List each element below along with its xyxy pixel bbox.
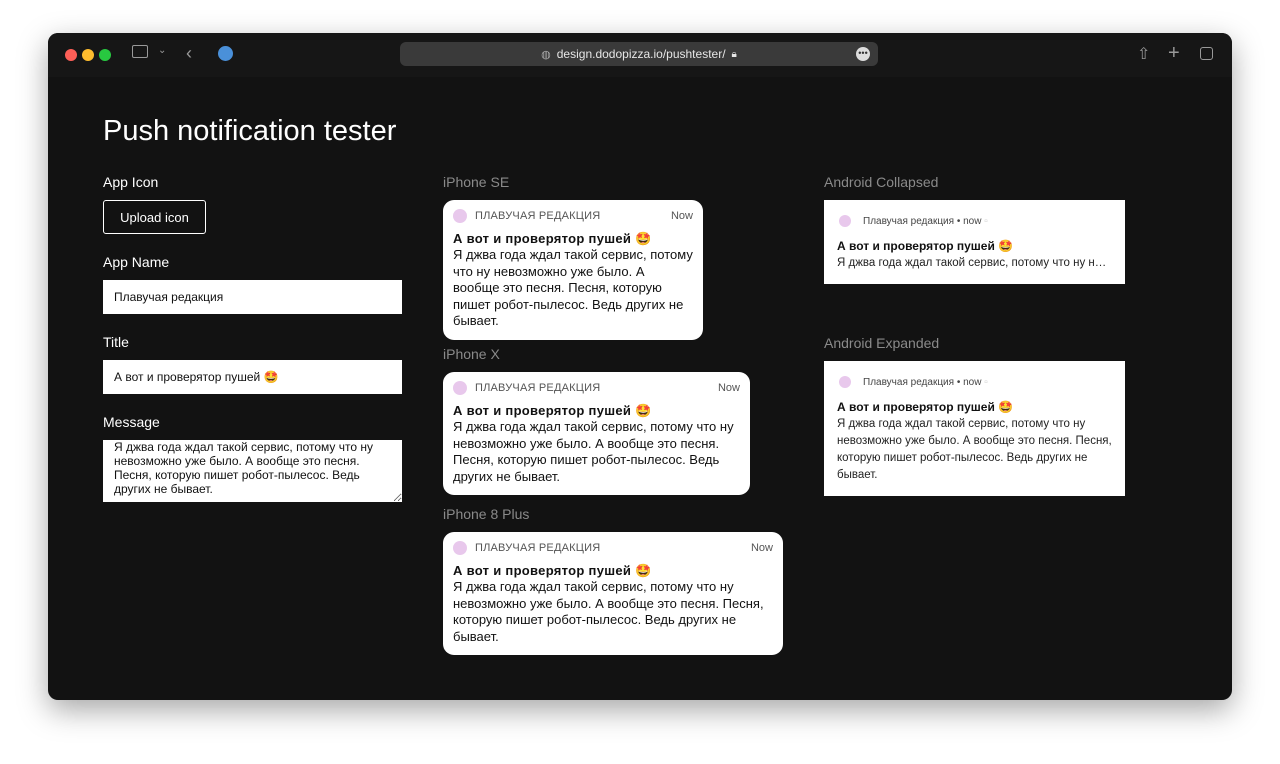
notification-title: А вот и проверятор пушей 🤩 — [453, 403, 652, 418]
app-icon — [453, 209, 467, 223]
browser-window: ⌄ ‹ ◍ design.dodopizza.io/pushtester/ 🔒︎… — [48, 33, 1232, 700]
app-name-label: App Name — [103, 254, 170, 270]
maximize-button[interactable] — [99, 49, 111, 61]
minimize-button[interactable] — [82, 49, 94, 61]
iphone-8-plus-notification: ПЛАВУЧАЯ РЕДАКЦИЯ Now А вот и проверятор … — [443, 532, 783, 655]
lock-icon: 🔒︎ — [731, 48, 737, 60]
address-bar[interactable]: ◍ design.dodopizza.io/pushtester/ 🔒︎ ••• — [400, 42, 878, 66]
message-label: Message — [103, 414, 160, 430]
app-name: Плавучая редакция — [863, 376, 955, 388]
android-expanded-label: Android Expanded — [824, 335, 940, 351]
iphone-se-label: iPhone SE — [443, 174, 510, 190]
collapse-icon[interactable]: ▫ — [984, 377, 988, 388]
app-name: ПЛАВУЧАЯ РЕДАКЦИЯ — [475, 542, 601, 554]
notification-message: Я джва года ждал такой сервис, потому чт… — [453, 579, 764, 644]
android-collapsed-label: Android Collapsed — [824, 174, 939, 190]
sidebar-icon[interactable] — [132, 45, 148, 58]
app-icon — [839, 376, 851, 388]
browser-toolbar: ⌄ ‹ ◍ design.dodopizza.io/pushtester/ 🔒︎… — [48, 33, 1232, 77]
upload-icon-button[interactable]: Upload icon — [103, 200, 206, 234]
app-icon — [839, 215, 851, 227]
new-tab-icon[interactable]: + — [1168, 42, 1180, 65]
time: Now — [670, 210, 693, 222]
android-collapsed-notification: Плавучая редакция • now ▫ А вот и провер… — [824, 200, 1125, 284]
title-label: Title — [103, 334, 129, 350]
more-icon[interactable]: ••• — [856, 47, 870, 61]
message-textarea[interactable]: Я джва года ждал такой сервис, потому чт… — [103, 440, 402, 502]
close-button[interactable] — [65, 49, 77, 61]
time: Now — [750, 542, 773, 554]
app-icon-label: App Icon — [103, 174, 159, 190]
time: Now — [717, 382, 740, 394]
iphone-8-plus-label: iPhone 8 Plus — [443, 506, 530, 522]
app-name: Плавучая редакция — [863, 215, 955, 227]
android-expanded-notification: Плавучая редакция • now ▫ А вот и провер… — [824, 361, 1125, 496]
expand-icon[interactable]: ▫ — [984, 216, 988, 227]
notification-message: Я джва года ждал такой сервис, потому чт… — [837, 257, 1112, 269]
tabs-icon[interactable] — [1200, 47, 1213, 60]
iphone-se-notification: ПЛАВУЧАЯ РЕДАКЦИЯ Now А вот и проверятор … — [443, 200, 703, 340]
notification-message: Я джва года ждал такой сервис, потому чт… — [453, 419, 734, 484]
app-name: ПЛАВУЧАЯ РЕДАКЦИЯ — [475, 382, 601, 394]
app-icon — [453, 381, 467, 395]
notification-title: А вот и проверятор пушей 🤩 — [453, 231, 652, 246]
back-icon[interactable]: ‹ — [186, 43, 192, 64]
notification-title: А вот и проверятор пушей 🤩 — [837, 239, 1014, 253]
notification-title: А вот и проверятор пушей 🤩 — [837, 400, 1014, 414]
iphone-x-notification: ПЛАВУЧАЯ РЕДАКЦИЯ Now А вот и проверятор … — [443, 372, 750, 495]
time: • now — [956, 376, 982, 388]
title-input[interactable] — [103, 360, 402, 394]
url-text: design.dodopizza.io/pushtester/ — [556, 47, 726, 61]
app-name-input[interactable] — [103, 280, 402, 314]
page-title: Push notification tester — [103, 115, 397, 147]
extension-icon[interactable] — [218, 46, 233, 61]
notification-message: Я джва года ждал такой сервис, потому чт… — [453, 247, 693, 328]
chevron-down-icon[interactable]: ⌄ — [158, 45, 166, 56]
app-name: ПЛАВУЧАЯ РЕДАКЦИЯ — [475, 210, 601, 222]
time: • now — [956, 215, 982, 227]
share-icon[interactable]: ⇧ — [1137, 44, 1150, 64]
globe-icon: ◍ — [541, 48, 551, 61]
notification-title: А вот и проверятор пушей 🤩 — [453, 563, 652, 578]
notification-message: Я джва года ждал такой сервис, потому чт… — [837, 418, 1112, 481]
iphone-x-label: iPhone X — [443, 346, 500, 362]
app-icon — [453, 541, 467, 555]
